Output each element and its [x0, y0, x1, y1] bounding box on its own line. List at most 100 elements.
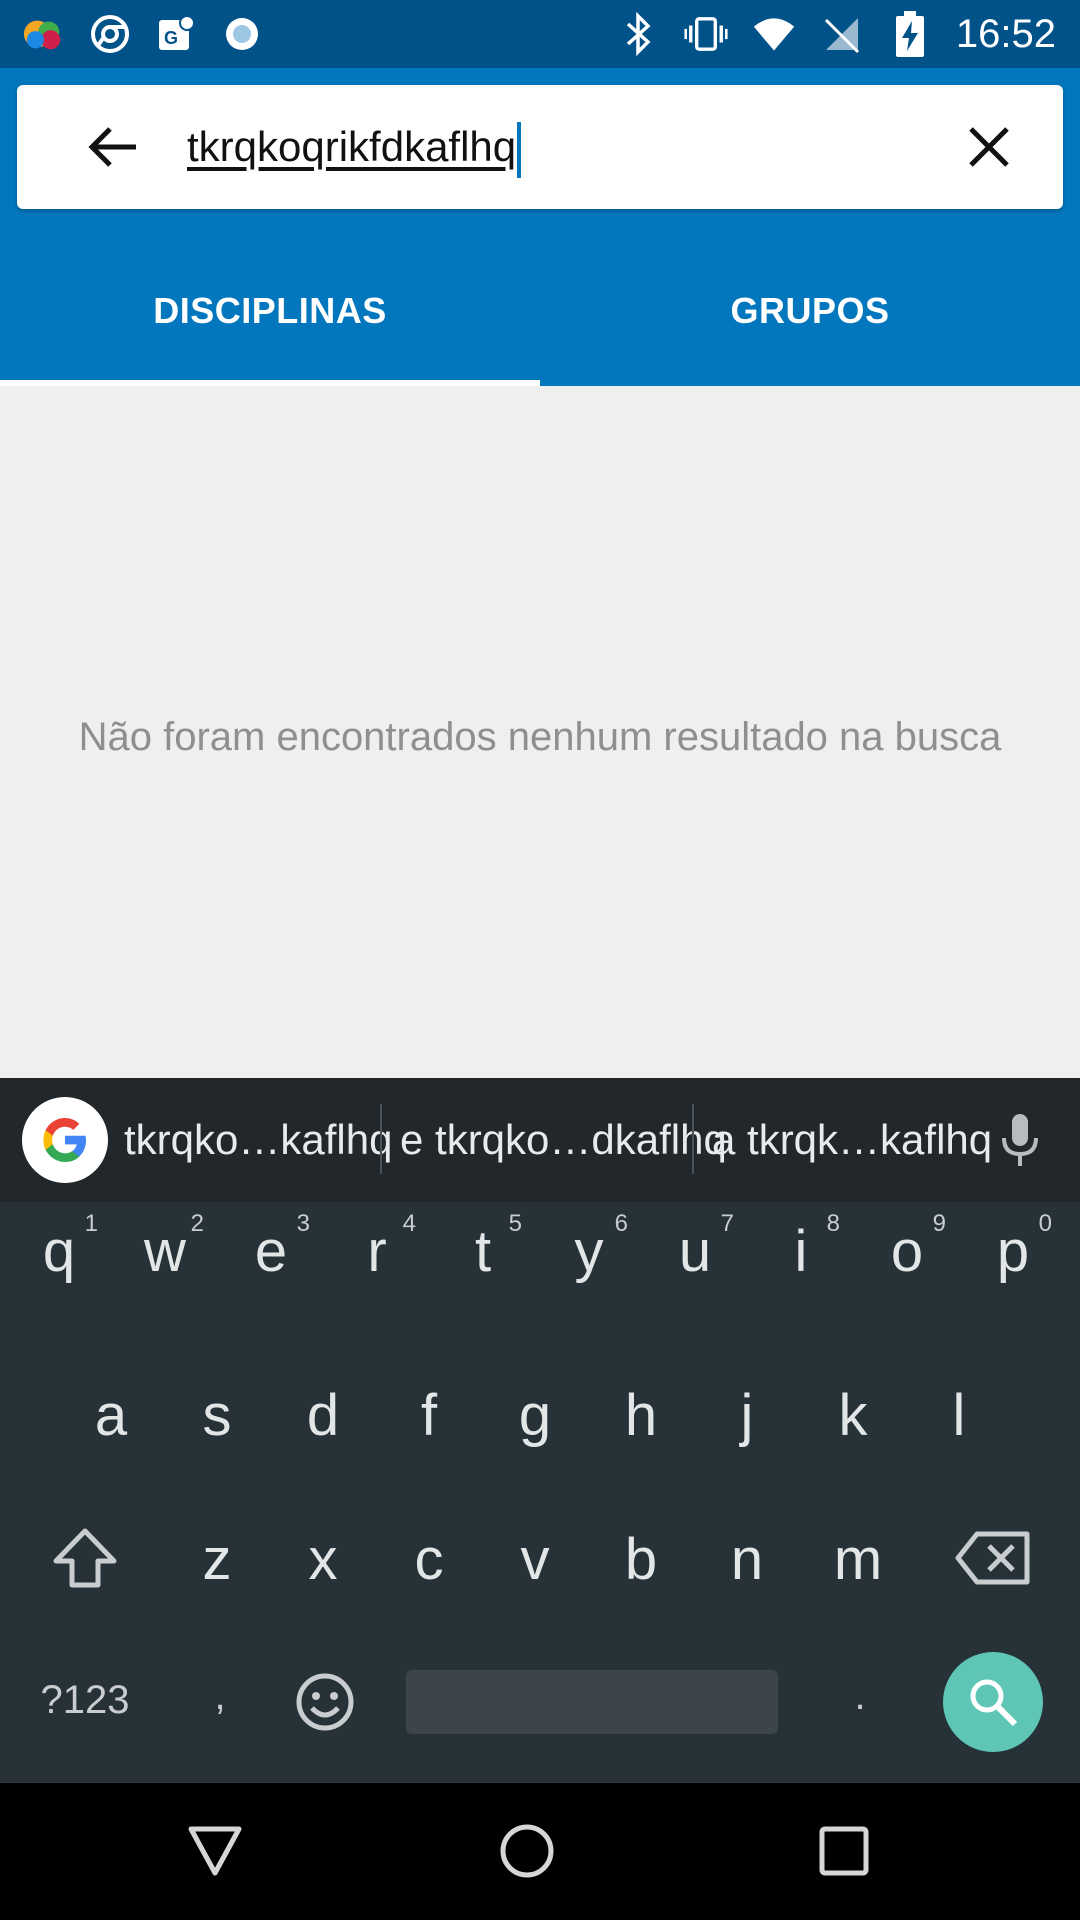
- google-icon[interactable]: [22, 1097, 108, 1183]
- tab-label: GRUPOS: [730, 290, 890, 331]
- search-icon: [970, 1679, 1018, 1727]
- maps-icon: G: [154, 10, 198, 58]
- key-c[interactable]: c: [386, 1526, 472, 1593]
- search-input[interactable]: tkrqkoqrikfdkaflhq: [187, 115, 522, 179]
- key-n[interactable]: n: [704, 1526, 790, 1593]
- tab-disciplinas[interactable]: DISCIPLINAS: [0, 236, 540, 386]
- suggestion-item[interactable]: a tkrqk…kaflhq: [712, 1078, 992, 1202]
- tab-bar: DISCIPLINAS GRUPOS: [0, 236, 1080, 386]
- comma-key[interactable]: ,: [180, 1674, 260, 1719]
- key-i[interactable]: i8: [758, 1210, 844, 1285]
- key-label: i: [794, 1219, 808, 1284]
- nav-back-button[interactable]: [175, 1811, 255, 1891]
- key-label: o: [890, 1219, 924, 1284]
- key-label: y: [574, 1219, 604, 1284]
- key-z[interactable]: z: [174, 1526, 260, 1593]
- key-label: r: [367, 1219, 387, 1284]
- arrow-left-icon: [88, 127, 136, 167]
- key-h[interactable]: h: [598, 1382, 684, 1449]
- search-query: tkrqkoqrikfdkaflhq: [187, 123, 517, 170]
- no-sim-icon: [820, 10, 864, 58]
- key-q[interactable]: q1: [16, 1210, 102, 1285]
- square-recents-icon: [819, 1826, 869, 1876]
- key-hint: 4: [402, 1210, 416, 1237]
- svg-text:G: G: [164, 28, 178, 48]
- key-l[interactable]: l: [916, 1382, 1002, 1449]
- vibrate-icon: [684, 10, 728, 58]
- key-k[interactable]: k: [810, 1382, 896, 1449]
- suggestion-item[interactable]: tkrqko…kaflhq: [124, 1078, 392, 1202]
- key-hint: 5: [508, 1210, 522, 1237]
- nav-recents-button[interactable]: [804, 1811, 884, 1891]
- key-s[interactable]: s: [174, 1382, 260, 1449]
- key-b[interactable]: b: [598, 1526, 684, 1593]
- suggestion-divider: [692, 1104, 694, 1174]
- tab-grupos[interactable]: GRUPOS: [540, 236, 1080, 386]
- suggestion-strip: tkrqko…kaflhq e tkrqko…dkaflhq a tkrqk…k…: [0, 1078, 1080, 1202]
- back-button[interactable]: [67, 115, 159, 179]
- key-t[interactable]: t5: [440, 1210, 526, 1285]
- space-key[interactable]: [406, 1670, 778, 1734]
- key-e[interactable]: e3: [228, 1210, 314, 1285]
- key-label: q: [42, 1219, 76, 1284]
- key-hint: 7: [720, 1210, 734, 1237]
- key-label: w: [144, 1219, 186, 1284]
- key-hint: 1: [84, 1210, 98, 1237]
- chrome-icon: [88, 10, 132, 58]
- backspace-icon: [955, 1531, 1030, 1585]
- bluetooth-icon: [616, 10, 660, 58]
- app-notification-icon: [22, 10, 66, 58]
- microphone-button[interactable]: [990, 1102, 1050, 1178]
- key-g[interactable]: g: [492, 1382, 578, 1449]
- key-x[interactable]: x: [280, 1526, 366, 1593]
- key-hint: 2: [190, 1210, 204, 1237]
- key-hint: 9: [932, 1210, 946, 1237]
- status-time: 16:52: [955, 12, 1056, 56]
- shift-key[interactable]: [40, 1518, 130, 1598]
- search-action-key[interactable]: [943, 1652, 1043, 1752]
- key-hint: 0: [1038, 1210, 1052, 1237]
- status-bar: G 16:52: [0, 0, 1080, 68]
- key-a[interactable]: a: [68, 1382, 154, 1449]
- key-d[interactable]: d: [280, 1382, 366, 1449]
- search-box: tkrqkoqrikfdkaflhq: [17, 85, 1063, 209]
- microphone-icon: [1002, 1114, 1038, 1166]
- empty-results-message: Não foram encontrados nenhum resultado n…: [78, 715, 1002, 759]
- active-tab-indicator: [0, 380, 540, 386]
- suggestion-item[interactable]: e tkrqko…dkaflhq: [400, 1078, 727, 1202]
- circle-home-icon: [500, 1824, 554, 1878]
- text-caret: [517, 121, 522, 178]
- key-o[interactable]: o9: [864, 1210, 950, 1285]
- key-label: t: [474, 1219, 492, 1284]
- triangle-back-icon: [188, 1826, 242, 1876]
- symbols-key[interactable]: ?123: [20, 1678, 150, 1723]
- clear-search-button[interactable]: [955, 113, 1023, 181]
- key-w[interactable]: w2: [122, 1210, 208, 1285]
- key-m[interactable]: m: [810, 1526, 906, 1593]
- key-p[interactable]: p0: [970, 1210, 1056, 1285]
- key-j[interactable]: j: [704, 1382, 790, 1449]
- close-icon: [969, 127, 1009, 167]
- record-icon: [220, 10, 264, 58]
- key-hint: 8: [826, 1210, 840, 1237]
- key-label: p: [996, 1219, 1030, 1284]
- period-key[interactable]: .: [820, 1674, 900, 1719]
- backspace-key[interactable]: [948, 1518, 1038, 1598]
- key-label: u: [678, 1219, 712, 1284]
- key-u[interactable]: u7: [652, 1210, 738, 1285]
- battery-charging-icon: [888, 10, 932, 58]
- nav-home-button[interactable]: [487, 1811, 567, 1891]
- key-hint: 3: [296, 1210, 310, 1237]
- key-f[interactable]: f: [386, 1382, 472, 1449]
- shift-icon: [53, 1528, 117, 1588]
- key-v[interactable]: v: [492, 1526, 578, 1593]
- emoji-icon: [296, 1673, 354, 1731]
- wifi-icon: [752, 10, 796, 58]
- tab-label: DISCIPLINAS: [153, 290, 387, 331]
- emoji-key[interactable]: [290, 1664, 360, 1740]
- key-y[interactable]: y6: [546, 1210, 632, 1285]
- app-bar: tkrqkoqrikfdkaflhq DISCIPLINAS GRUPOS: [0, 68, 1080, 386]
- navigation-bar: [0, 1783, 1080, 1920]
- keyboard: tkrqko…kaflhq e tkrqko…dkaflhq a tkrqk…k…: [0, 1078, 1080, 1783]
- key-r[interactable]: r4: [334, 1210, 420, 1285]
